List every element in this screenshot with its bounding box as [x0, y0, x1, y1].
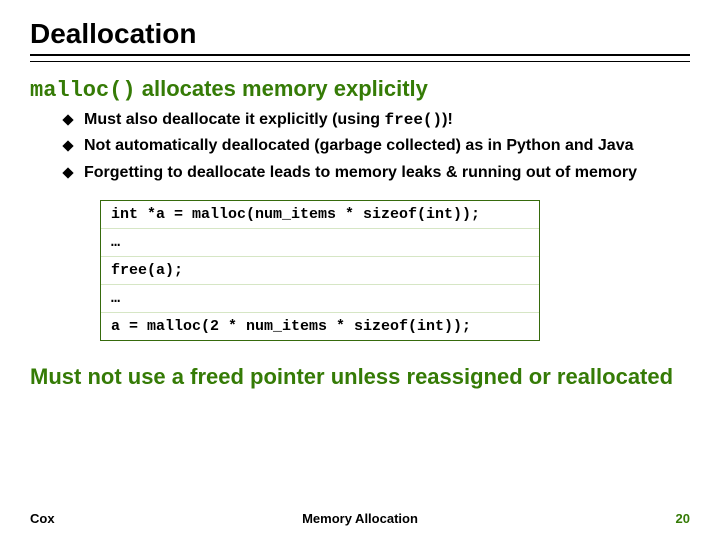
code-line: a = malloc(2 * num_items * sizeof(int)); [101, 312, 539, 340]
bullet-list: Must also deallocate it explicitly (usin… [30, 109, 690, 184]
list-item: Must also deallocate it explicitly (usin… [64, 109, 690, 131]
bullet-text-post: )! [442, 111, 453, 128]
slide-footer: Cox Memory Allocation 20 [30, 511, 690, 526]
code-line: … [101, 228, 539, 256]
bullet-text-pre: Must also deallocate it explicitly (usin… [84, 111, 385, 128]
bullet-text-pre: Forgetting to deallocate leads to memory… [84, 164, 637, 181]
section-heading: malloc() allocates memory explicitly [30, 76, 690, 103]
warning-heading: Must not use a freed pointer unless reas… [46, 363, 690, 391]
footer-center: Memory Allocation [30, 511, 690, 526]
heading-rest: allocates memory explicitly [136, 76, 428, 101]
list-item: Not automatically deallocated (garbage c… [64, 135, 690, 157]
title-rule [30, 54, 690, 62]
page-title: Deallocation [30, 18, 690, 50]
code-block: int *a = malloc(num_items * sizeof(int))… [100, 200, 540, 341]
code-line: free(a); [101, 256, 539, 284]
code-line: int *a = malloc(num_items * sizeof(int))… [101, 201, 539, 228]
list-item: Forgetting to deallocate leads to memory… [64, 162, 690, 184]
bullet-text-code: free() [385, 111, 443, 129]
bullet-text-pre: Not automatically deallocated (garbage c… [84, 137, 633, 154]
code-line: … [101, 284, 539, 312]
slide: Deallocation malloc() allocates memory e… [0, 0, 720, 540]
heading-code: malloc() [30, 78, 136, 103]
